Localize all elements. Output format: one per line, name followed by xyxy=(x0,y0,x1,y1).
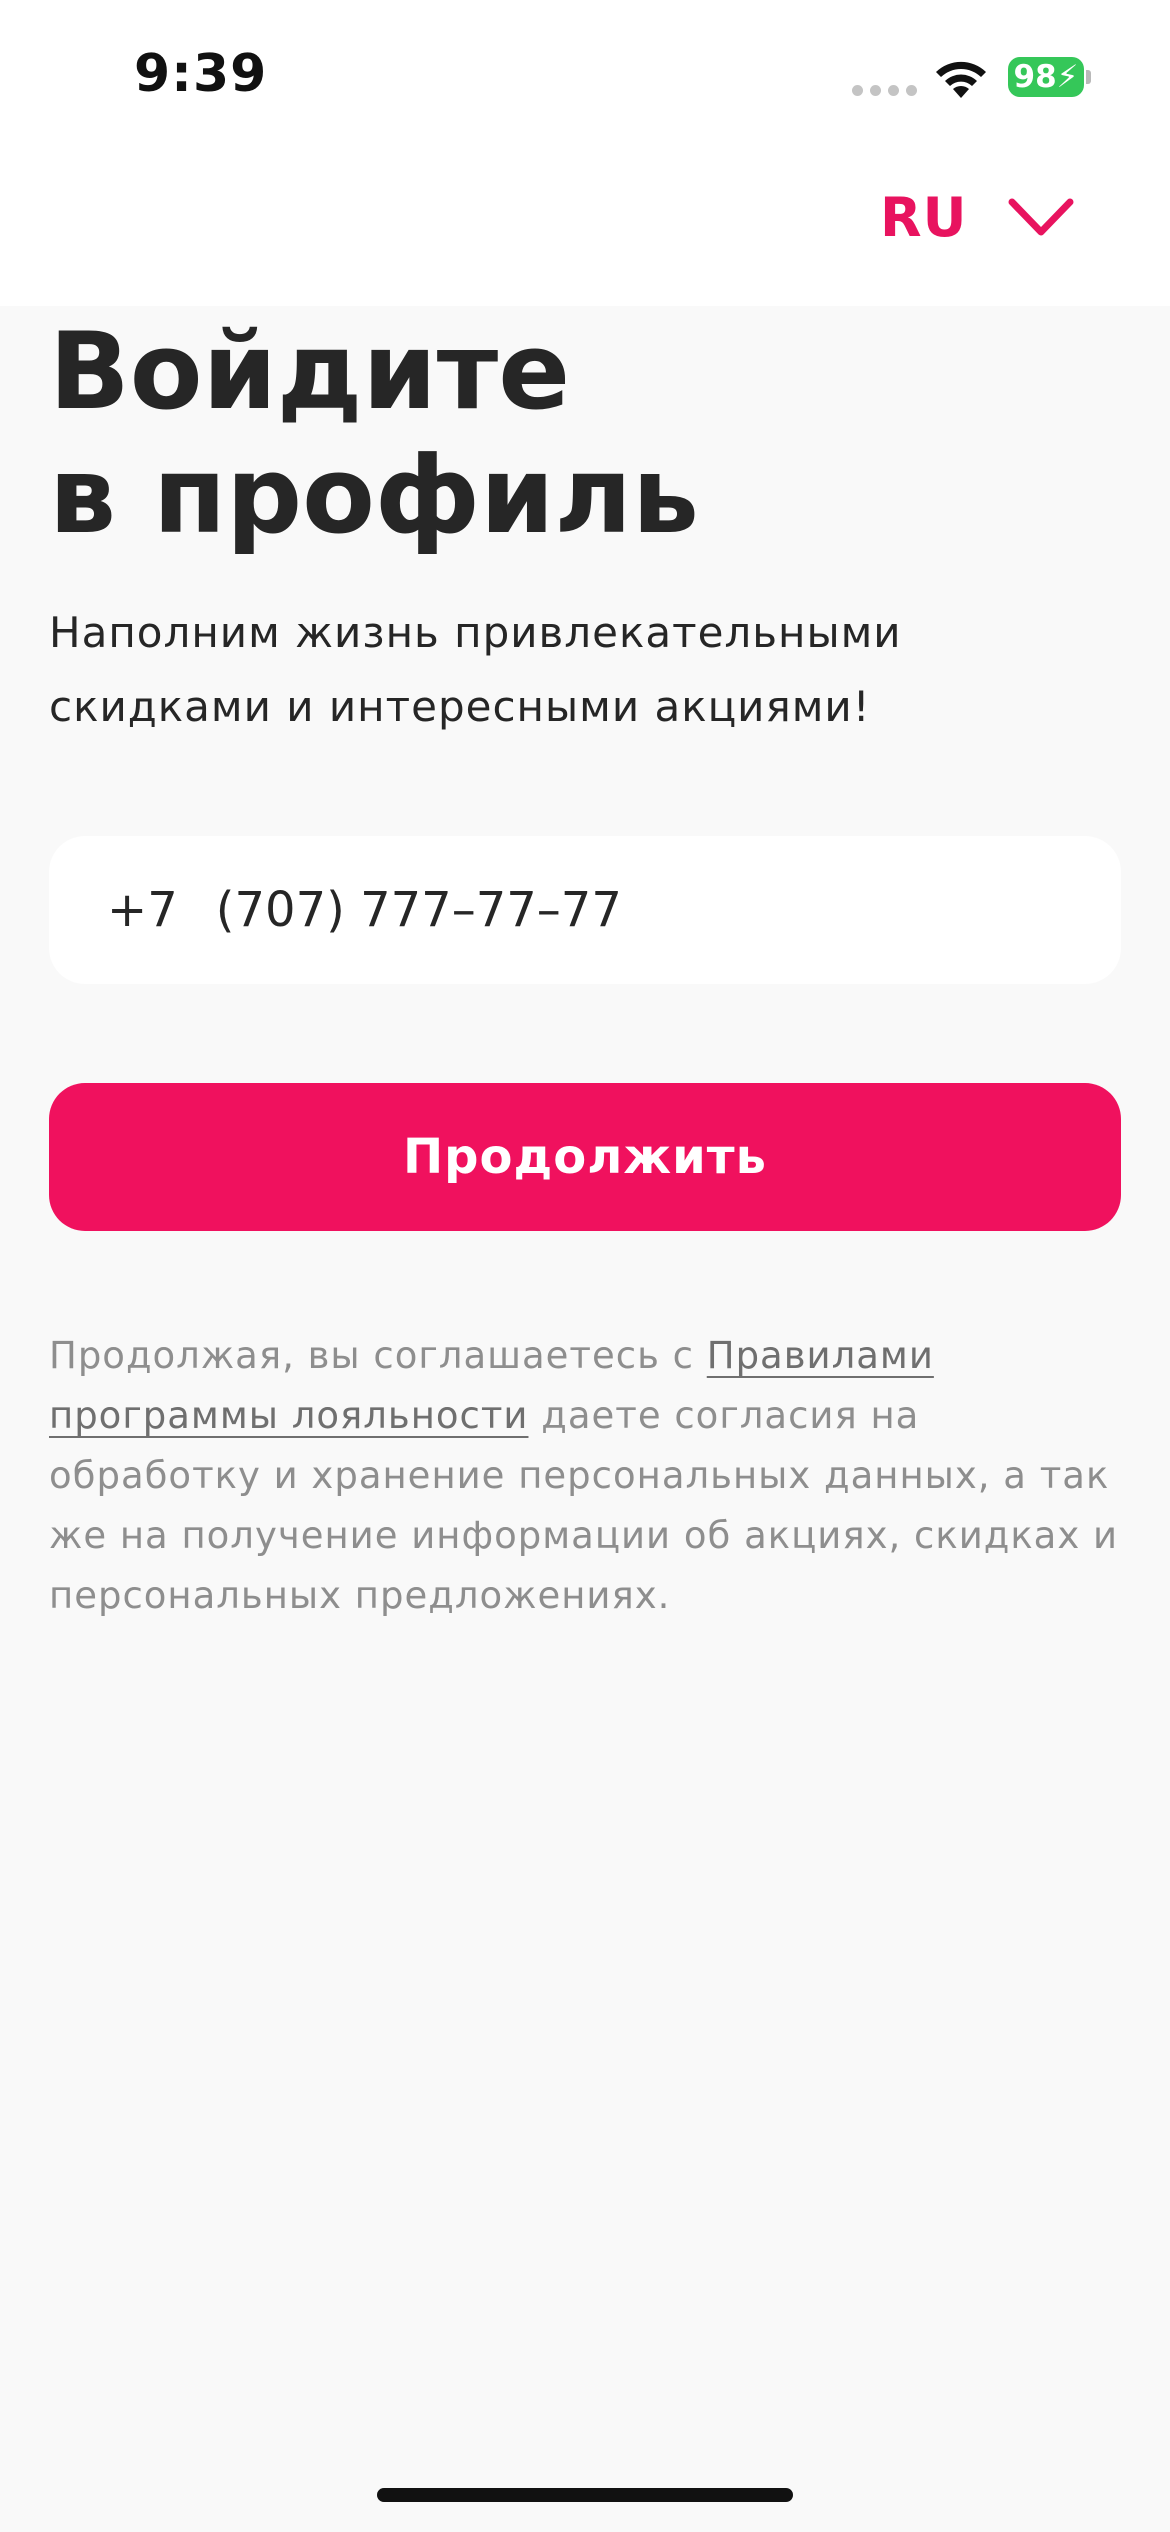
battery-level: 98 xyxy=(1013,59,1057,95)
charging-bolt-icon: ⚡ xyxy=(1056,59,1079,95)
title-line-1: Войдите xyxy=(49,310,571,433)
battery-cap xyxy=(1086,70,1091,84)
chevron-down-icon xyxy=(1008,198,1074,235)
cellular-signal-icon xyxy=(852,85,917,96)
home-indicator[interactable] xyxy=(377,2488,793,2502)
battery-charging-icon: 98⚡ xyxy=(1008,57,1084,97)
legal-line-5: персональных предложениях. xyxy=(49,1574,671,1617)
legal-line-4: же на получение информации об акциях, ск… xyxy=(49,1514,1119,1557)
loyalty-rules-link-cont[interactable]: программы лояльности xyxy=(49,1394,528,1437)
language-selector[interactable]: RU xyxy=(880,186,1075,249)
language-label: RU xyxy=(880,186,968,249)
legal-text-2: даете согласия на xyxy=(528,1394,920,1437)
continue-button[interactable]: Продолжить xyxy=(49,1083,1121,1231)
wifi-icon xyxy=(936,61,986,98)
status-time: 9:39 xyxy=(134,44,268,104)
legal-line-1: Продолжая, вы соглашаетесь с Правилами xyxy=(49,1326,1129,1386)
subtitle-line-2: скидками и интересными акциями! xyxy=(49,682,871,731)
legal-text-1: Продолжая, вы соглашаетесь с xyxy=(49,1334,707,1377)
loyalty-rules-link[interactable]: Правилами xyxy=(707,1334,934,1377)
phone-input[interactable] xyxy=(215,882,1016,938)
phone-country-code: +7 xyxy=(107,882,178,938)
title-line-2: в профиль xyxy=(49,434,700,557)
phone-field[interactable]: +7 xyxy=(49,836,1121,984)
legal-line-3: обработку и хранение персональных данных… xyxy=(49,1454,1110,1497)
legal-notice: Продолжая, вы соглашаетесь с Правилами п… xyxy=(49,1326,1129,1626)
legal-line-2: программы лояльности даете согласия на xyxy=(49,1386,1129,1446)
page-title: Войдите в профиль xyxy=(49,310,699,558)
subtitle-line-1: Наполним жизнь привлекательными xyxy=(49,608,902,657)
subtitle: Наполним жизнь привлекательными скидками… xyxy=(49,596,1049,744)
